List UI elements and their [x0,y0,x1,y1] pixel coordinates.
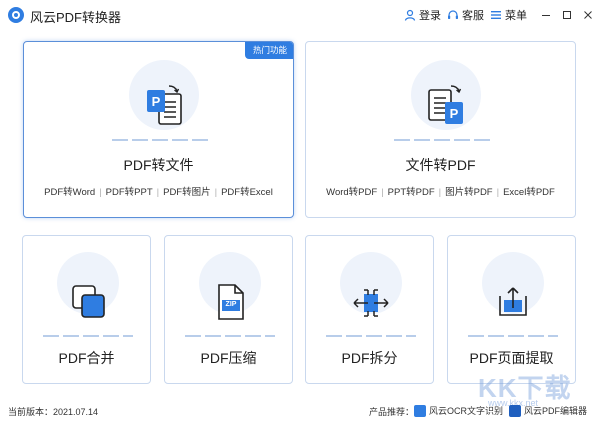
compress-title: PDF压缩 [200,350,257,366]
maximize-button[interactable] [557,5,577,25]
pdf-to-file-title: PDF转文件 [123,157,194,173]
pdf-to-file-links: PDF转Word | PDF转PPT | PDF转图片 | PDF转Excel [44,187,273,198]
app-logo-icon [8,7,24,23]
card-divider [394,139,490,141]
merge-card[interactable]: PDF合并 [22,235,151,384]
login-label: 登录 [419,10,441,22]
minimize-icon [542,15,550,16]
close-icon [584,11,592,19]
file-to-pdf-title: 文件转PDF [405,157,476,173]
link-pdf-to-excel[interactable]: PDF转Excel [221,187,273,198]
hot-badge: 热门功能 [244,42,293,59]
merge-icon [72,285,105,318]
service-label: 客服 [462,10,484,22]
split-icon [353,289,389,317]
card-divider [468,335,558,337]
split-card[interactable]: PDF拆分 [305,235,434,384]
promo-editor-label: 风云PDF编辑器 [524,406,588,416]
zip-label: ZIP [225,301,237,308]
card-divider [326,335,416,337]
minimize-button[interactable] [536,5,556,25]
link-excel-to-pdf[interactable]: Excel转PDF [503,187,555,198]
close-button[interactable] [578,5,598,25]
promo-ocr-label: 风云OCR文字识别 [429,406,503,416]
card-divider [43,335,133,337]
pdf-to-doc-icon: P [147,85,182,125]
user-icon [404,9,416,21]
link-pdf-to-image[interactable]: PDF转图片 [163,187,211,198]
app-title: 风云PDF转换器 [30,10,122,25]
card-divider [112,139,208,141]
doc-to-pdf-icon: P [428,85,463,124]
card-divider [185,335,275,337]
split-title: PDF拆分 [341,350,398,366]
extract-title: PDF页面提取 [469,350,554,366]
link-pdf-to-ppt[interactable]: PDF转PPT [106,187,153,198]
login-button[interactable]: 登录 [404,7,441,23]
maximize-icon [563,11,571,19]
status-bar: 当前版本：2021.07.14 产品推荐： 风云OCR文字识别 风云PDF编辑器 [0,400,600,422]
compress-card[interactable]: ZIP PDF压缩 [164,235,293,384]
promo-ocr-link[interactable]: 风云OCR文字识别 [414,404,503,417]
pdf-editor-app-icon [509,404,521,417]
extract-card[interactable]: PDF页面提取 [447,235,576,384]
promo-editor-link[interactable]: 风云PDF编辑器 [509,404,587,417]
link-image-to-pdf[interactable]: 图片转PDF [445,187,493,198]
ocr-app-icon [414,404,426,417]
link-pdf-to-word[interactable]: PDF转Word [44,187,95,198]
menu-icon [491,11,501,19]
promo-label: 产品推荐： [369,407,415,417]
headset-icon [448,10,458,19]
extract-icon [499,287,527,316]
version-text: 当前版本：2021.07.14 [8,407,99,417]
menu-label: 菜单 [505,10,527,22]
service-button[interactable]: 客服 [447,7,484,23]
pdf-to-file-card[interactable]: P PDF转文件 PDF转Word | PDF转PPT | PDF转图片 | PDF转Exc… [23,41,294,218]
svg-text:P: P [450,106,459,121]
title-bar: 风云PDF转换器 登录 客服 菜单 [0,0,600,30]
link-ppt-to-pdf[interactable]: PPT转PDF [388,187,435,198]
file-to-pdf-card[interactable]: P 文件转PDF Word转PDF | PPT转PDF | 图片转PDF | Excel转P… [305,41,576,218]
link-word-to-pdf[interactable]: Word转PDF [326,187,377,198]
merge-title: PDF合并 [58,350,115,366]
file-to-pdf-links: Word转PDF | PPT转PDF | 图片转PDF | Excel转PDF [326,187,555,198]
menu-button[interactable]: 菜单 [490,7,527,23]
svg-text:P: P [152,94,161,109]
